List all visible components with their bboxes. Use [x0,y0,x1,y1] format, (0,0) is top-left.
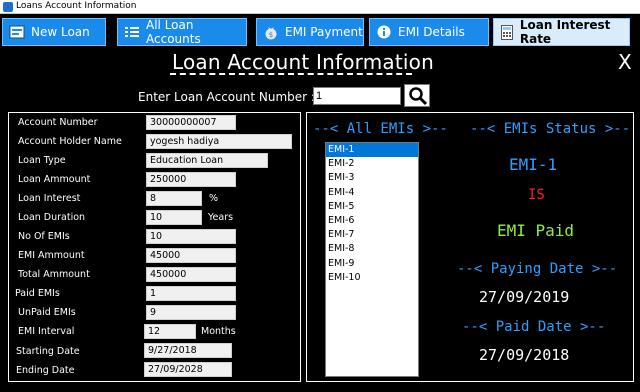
unpaid-emis-label: UnPaid EMIs [18,307,76,318]
loan-interest-label: Loan Interest [18,193,81,204]
account-number-value: 30000000007 [146,115,236,130]
all-emis-heading: --< All EMIs >-- [313,121,448,137]
loan-amount-label: Loan Ammount [18,174,91,185]
loan-amount-value: 250000 [146,172,236,187]
account-number-search-input[interactable] [313,87,401,105]
svg-text:$: $ [269,31,273,39]
paid-emis-label: Paid EMIs [15,288,60,299]
emi-payment-button[interactable]: $ EMI Payment [256,18,364,46]
emi-interval-unit: Months [201,326,236,337]
status-is-text: IS [528,187,545,203]
account-number-search-label: Enter Loan Account Number :: [138,90,319,104]
emi-details-button[interactable]: EMI Details [369,18,489,46]
emis-status-heading: --< EMIs Status >-- [470,121,631,137]
paying-date-heading: --< Paying Date >-- [457,261,618,277]
loan-duration-unit: Years [208,212,234,223]
account-holder-name-label: Account Holder Name [18,136,122,147]
info-icon [376,24,392,40]
list-item[interactable]: EMI-7 [326,228,418,242]
ending-date-value: 27/09/2028 [144,362,232,377]
status-emi-name: EMI-1 [509,155,558,174]
list-item[interactable]: EMI-4 [326,186,418,200]
page-title: Loan Account Information [172,50,434,74]
list-item[interactable]: EMI-5 [326,200,418,214]
emi-amount-value: 45000 [146,248,236,263]
total-amount-label: Total Ammount [18,269,90,280]
list-item[interactable]: EMI-6 [326,214,418,228]
loan-type-value: Education Loan [146,153,268,168]
starting-date-label: Starting Date [16,346,80,357]
window-title: Loans Account Information [16,1,137,11]
close-button[interactable]: X [618,50,632,74]
no-of-emis-value: 10 [146,229,236,244]
calculator-icon [500,24,514,40]
new-loan-label: New Loan [31,25,90,39]
new-loan-button[interactable]: New Loan [2,18,106,46]
list-item[interactable]: EMI-3 [326,171,418,185]
title-underline [170,73,412,77]
search-icon [408,86,428,111]
paying-date-value: 27/09/2019 [479,288,570,306]
emi-interval-label: EMI Interval [18,326,75,337]
status-state: EMI Paid [497,221,575,240]
starting-date-value: 9/27/2018 [144,343,232,358]
unpaid-emis-value: 9 [146,305,236,320]
new-loan-icon [9,24,25,40]
list-item[interactable]: EMI-9 [326,257,418,271]
all-loan-accounts-button[interactable]: All Loan Accounts [117,18,247,46]
loan-interest-rate-button[interactable]: Loan Interest Rate [493,18,630,46]
loan-type-label: Loan Type [18,155,66,166]
loan-interest-value: 8 [146,191,202,206]
total-amount-value: 450000 [146,267,236,282]
account-number-label: Account Number [18,117,98,128]
loan-interest-unit: % [209,193,219,204]
emi-amount-label: EMI Ammount [18,250,85,261]
list-item[interactable]: EMI-2 [326,157,418,171]
list-item[interactable]: EMI-10 [326,271,418,285]
loan-duration-label: Loan Duration [18,212,86,223]
emi-details-label: EMI Details [398,25,465,39]
paid-emis-value: 1 [146,286,236,301]
emi-interval-value: 12 [144,324,196,339]
paid-date-heading: --< Paid Date >-- [462,319,606,335]
loan-interest-rate-label: Loan Interest Rate [519,18,611,46]
ending-date-label: Ending Date [16,365,75,376]
paid-date-value: 27/09/2018 [479,346,570,364]
all-loan-accounts-label: All Loan Accounts [146,18,201,46]
app-icon [3,2,13,12]
no-of-emis-label: No Of EMIs [18,231,70,242]
money-bag-icon: $ [263,24,279,40]
list-item[interactable]: EMI-1 [326,143,418,158]
window-titlebar: Loans Account Information [0,0,640,14]
list-icon [124,24,140,40]
emi-payment-label: EMI Payment [285,25,363,39]
loan-duration-value: 10 [146,210,202,225]
account-holder-name-value: yogesh hadiya [146,134,292,149]
list-item[interactable]: EMI-8 [326,242,418,256]
search-button[interactable] [404,84,430,107]
emi-list[interactable]: EMI-1 EMI-2 EMI-3 EMI-4 EMI-5 EMI-6 EMI-… [325,142,419,377]
